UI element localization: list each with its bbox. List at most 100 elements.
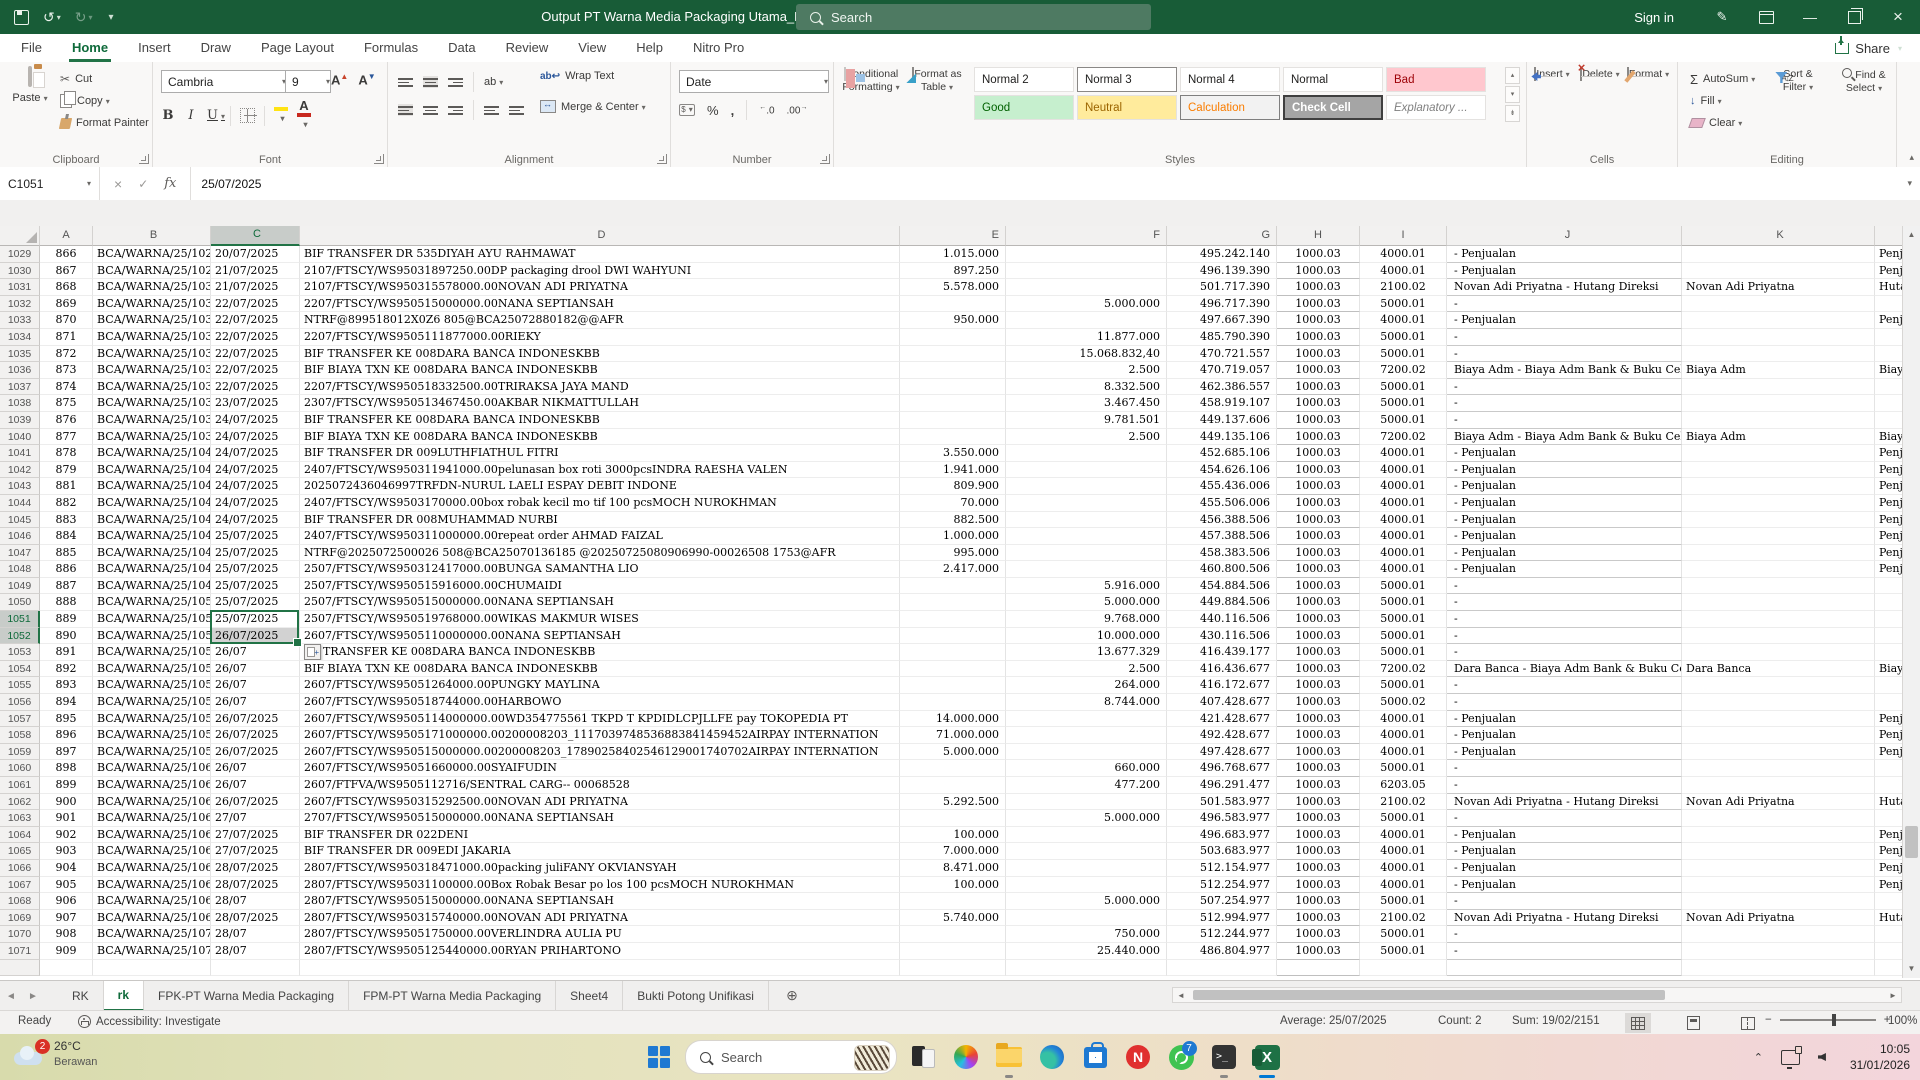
cell[interactable]: 5000.01 (1360, 395, 1447, 412)
cell[interactable]: 5.578.000 (900, 279, 1006, 296)
cell[interactable]: 9.781.501 (1006, 411, 1167, 429)
weather-widget[interactable]: 2 26°C Berawan (12, 1038, 97, 1070)
find-select-button[interactable]: Find & Select (1832, 68, 1896, 95)
cell[interactable]: BCA/WARNA/25/1071 (93, 942, 211, 960)
cell[interactable]: 881 (40, 478, 93, 495)
alignment-dialog-launcher[interactable] (657, 154, 667, 164)
font-name-combo[interactable]: Cambria (161, 70, 287, 93)
cell[interactable] (1682, 395, 1875, 412)
cell[interactable] (1447, 959, 1682, 977)
cell[interactable]: 8.744.000 (1006, 694, 1167, 711)
cell[interactable]: 1000.03 (1277, 378, 1360, 396)
cell[interactable]: 4000.01 (1360, 743, 1447, 761)
cell[interactable]: 950.000 (900, 312, 1006, 329)
cell[interactable]: 872 (40, 345, 93, 363)
cell[interactable] (900, 345, 1006, 363)
cell[interactable]: 454.626.106 (1167, 461, 1277, 479)
cell[interactable] (1875, 960, 1902, 977)
cell[interactable]: 9.768.000 (1006, 611, 1167, 628)
cell[interactable]: 2607/FTSCY/WS9505114000000.00WD354775561… (300, 710, 900, 728)
cell[interactable] (1006, 312, 1167, 329)
whatsapp-button[interactable]: 7 (1164, 1040, 1198, 1074)
cell[interactable] (1682, 876, 1875, 894)
cell[interactable]: 470.721.557 (1167, 345, 1277, 363)
cell[interactable]: 883 (40, 511, 93, 529)
edit-mode-icon[interactable]: ✎ (1700, 0, 1744, 34)
cell[interactable]: 25/07/2025 (211, 594, 300, 612)
row-header[interactable]: 1037 (0, 378, 40, 396)
cell[interactable]: 440.116.506 (1167, 611, 1277, 628)
row-header[interactable]: 1069 (0, 909, 40, 927)
cell[interactable]: 1000.03 (1277, 262, 1360, 280)
cell[interactable]: BCA/WARNA/25/1044 (93, 494, 211, 512)
decrease-font-icon[interactable]: A▼ (358, 72, 375, 87)
cell[interactable] (1682, 677, 1875, 695)
cell[interactable]: 869 (40, 295, 93, 313)
cell[interactable]: 1000.03 (1277, 461, 1360, 479)
cell[interactable]: 866 (40, 246, 93, 263)
column-header-partial[interactable] (1875, 226, 1902, 246)
cell[interactable]: 456.388.506 (1167, 511, 1277, 529)
cell[interactable] (1682, 959, 1875, 977)
cell[interactable] (1875, 893, 1902, 910)
row-header[interactable]: 1058 (0, 727, 40, 744)
cell[interactable]: 1000.03 (1277, 279, 1360, 296)
cell[interactable]: 4000.01 (1360, 246, 1447, 263)
style-chip[interactable]: Good (974, 95, 1074, 120)
cell[interactable]: 5000.01 (1360, 295, 1447, 313)
cell[interactable]: 1.015.000 (900, 246, 1006, 263)
cell[interactable]: 23/07/2025 (211, 395, 300, 412)
cell[interactable]: 24/07/2025 (211, 461, 300, 479)
increase-indent-icon[interactable] (509, 104, 524, 116)
cell[interactable]: - Penjualan (1447, 727, 1682, 744)
cell[interactable] (900, 760, 1006, 777)
cell[interactable] (1006, 843, 1167, 860)
align-center-icon[interactable] (423, 104, 438, 116)
cell[interactable]: 889 (40, 611, 93, 628)
cell[interactable]: 264.000 (1006, 677, 1167, 695)
gallery-more-icon[interactable]: ⇟ (1505, 105, 1520, 122)
cell[interactable]: 25/07/2025 (211, 611, 300, 628)
format-cells-button[interactable]: Format (1625, 67, 1671, 81)
column-header-A[interactable]: A (40, 226, 93, 246)
cell[interactable]: 2507/FTSCY/WS950515000000.00NANA SEPTIAN… (300, 594, 900, 612)
row-header[interactable]: 1047 (0, 544, 40, 562)
cell[interactable]: Novan Adi Priyatna - Hutang Direksi (1447, 909, 1682, 927)
close-button[interactable]: × (1876, 0, 1920, 34)
cell[interactable]: 4000.01 (1360, 826, 1447, 844)
cell[interactable] (1006, 246, 1167, 263)
cell[interactable]: 22/07/2025 (211, 362, 300, 379)
row-header[interactable]: 1041 (0, 445, 40, 462)
cell[interactable]: 25.440.000 (1006, 942, 1167, 960)
cell[interactable]: BCA/WARNA/25/1032 (93, 312, 211, 329)
cell[interactable] (1682, 494, 1875, 512)
cell[interactable] (1875, 777, 1902, 794)
row-header[interactable]: 1067 (0, 876, 40, 894)
cell[interactable]: 416.439.177 (1167, 644, 1277, 661)
column-header-G[interactable]: G (1167, 226, 1277, 246)
fill-color-icon[interactable] (274, 106, 288, 125)
cell[interactable]: 1000.03 (1277, 627, 1360, 645)
cell[interactable] (1006, 544, 1167, 562)
cell[interactable] (1006, 279, 1167, 296)
cell[interactable]: 21/07/2025 (211, 279, 300, 296)
row-header[interactable]: 1034 (0, 328, 40, 346)
row-header[interactable]: 1045 (0, 511, 40, 529)
cell[interactable]: 2207/FTSCY/WS950518332500.00TRIRAKSA JAY… (300, 378, 900, 396)
cell[interactable]: 2507/FTSCY/WS950519768000.00WIKAS MAKMUR… (300, 611, 900, 628)
cell[interactable]: 995.000 (900, 544, 1006, 562)
cell[interactable]: Biaya Adm - Biaya Adm Bank & Buku Cek (1447, 362, 1682, 379)
cell[interactable]: 24/07/2025 (211, 428, 300, 446)
cell[interactable]: 1000.03 (1277, 810, 1360, 827)
cell[interactable]: 11.877.000 (1006, 328, 1167, 346)
cell[interactable]: 416.172.677 (1167, 677, 1277, 695)
cell[interactable] (1682, 926, 1875, 943)
row-header[interactable]: 1066 (0, 859, 40, 877)
cell[interactable]: 5000.01 (1360, 926, 1447, 943)
increase-font-icon[interactable]: A▲ (331, 72, 348, 87)
cell[interactable]: BCA/WARNA/25/1064 (93, 826, 211, 844)
cell[interactable]: BCA/WARNA/25/1045 (93, 511, 211, 529)
cell[interactable]: - Penjualan (1447, 445, 1682, 462)
row-header[interactable]: 1068 (0, 893, 40, 910)
new-sheet-button[interactable]: ⊕ (781, 985, 803, 1007)
